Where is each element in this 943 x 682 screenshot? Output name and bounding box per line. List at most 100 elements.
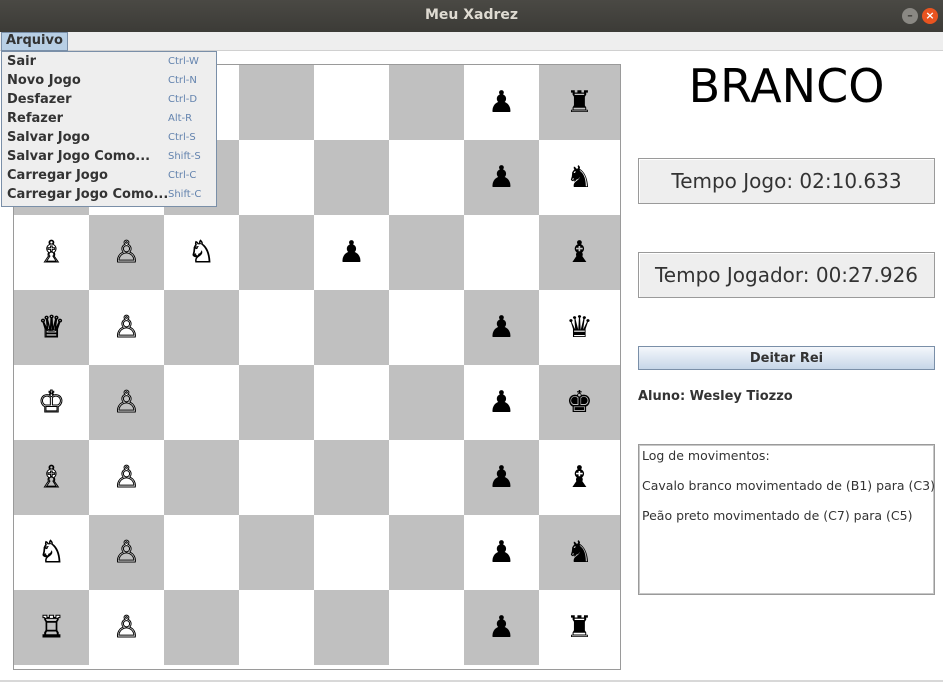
black-pawn-icon[interactable]: ♟ xyxy=(488,537,515,568)
resign-button[interactable]: Deitar Rei xyxy=(638,346,935,370)
menu-item-novo-jogo[interactable]: Novo Jogo Ctrl-N xyxy=(2,71,216,90)
black-knight-icon[interactable]: ♞ xyxy=(566,162,593,193)
black-bishop-icon[interactable]: ♝ xyxy=(566,462,593,493)
board-square[interactable] xyxy=(239,515,314,590)
board-square[interactable] xyxy=(239,440,314,515)
black-rook-icon[interactable]: ♜ xyxy=(566,87,593,118)
board-square[interactable]: ♙ xyxy=(89,515,164,590)
board-square[interactable] xyxy=(164,590,239,665)
board-square[interactable]: ♟ xyxy=(464,365,539,440)
close-icon[interactable]: × xyxy=(922,8,938,24)
board-square[interactable]: ♛ xyxy=(539,290,620,365)
black-pawn-icon[interactable]: ♟ xyxy=(488,462,515,493)
black-pawn-icon[interactable]: ♟ xyxy=(488,612,515,643)
board-square[interactable]: ♙ xyxy=(89,590,164,665)
board-square[interactable] xyxy=(314,515,389,590)
board-square[interactable]: ♗ xyxy=(14,440,89,515)
board-square[interactable] xyxy=(164,515,239,590)
white-pawn-icon[interactable]: ♙ xyxy=(113,462,141,493)
black-knight-icon[interactable]: ♞ xyxy=(566,537,593,568)
menu-arquivo[interactable]: Arquivo xyxy=(1,32,68,51)
board-square[interactable] xyxy=(464,215,539,290)
board-square[interactable]: ♟ xyxy=(464,515,539,590)
board-square[interactable]: ♘ xyxy=(164,215,239,290)
menu-item-sair[interactable]: Sair Ctrl-W xyxy=(2,52,216,71)
board-square[interactable] xyxy=(314,365,389,440)
black-rook-icon[interactable]: ♜ xyxy=(566,612,593,643)
board-square[interactable]: ♟ xyxy=(464,440,539,515)
minimize-icon[interactable]: – xyxy=(902,8,918,24)
black-king-icon[interactable]: ♚ xyxy=(566,387,593,418)
white-pawn-icon[interactable]: ♙ xyxy=(113,237,141,268)
white-rook-icon[interactable]: ♖ xyxy=(38,612,66,643)
board-square[interactable] xyxy=(239,365,314,440)
black-pawn-icon[interactable]: ♟ xyxy=(488,387,515,418)
board-square[interactable] xyxy=(314,440,389,515)
board-square[interactable] xyxy=(314,140,389,215)
board-square[interactable]: ♞ xyxy=(539,140,620,215)
white-king-icon[interactable]: ♔ xyxy=(38,387,66,418)
board-square[interactable]: ♙ xyxy=(89,365,164,440)
board-square[interactable]: ♕ xyxy=(14,290,89,365)
menu-item-salvar-jogo-como[interactable]: Salvar Jogo Como... Shift-S xyxy=(2,147,216,166)
board-square[interactable] xyxy=(239,290,314,365)
board-square[interactable]: ♙ xyxy=(89,290,164,365)
black-queen-icon[interactable]: ♛ xyxy=(566,312,593,343)
board-square[interactable] xyxy=(389,440,464,515)
board-square[interactable]: ♙ xyxy=(89,440,164,515)
board-square[interactable]: ♖ xyxy=(14,590,89,665)
board-square[interactable]: ♝ xyxy=(539,215,620,290)
board-square[interactable]: ♟ xyxy=(464,140,539,215)
board-square[interactable] xyxy=(164,440,239,515)
white-pawn-icon[interactable]: ♙ xyxy=(113,312,141,343)
board-square[interactable]: ♟ xyxy=(464,290,539,365)
board-square[interactable]: ♟ xyxy=(464,590,539,665)
board-square[interactable] xyxy=(389,290,464,365)
black-pawn-icon[interactable]: ♟ xyxy=(338,237,365,268)
board-square[interactable] xyxy=(389,140,464,215)
board-square[interactable] xyxy=(164,290,239,365)
board-square[interactable] xyxy=(239,215,314,290)
board-square[interactable]: ♙ xyxy=(89,215,164,290)
black-pawn-icon[interactable]: ♟ xyxy=(488,87,515,118)
menu-item-refazer[interactable]: Refazer Alt-R xyxy=(2,109,216,128)
board-square[interactable]: ♟ xyxy=(314,215,389,290)
board-square[interactable]: ♟ xyxy=(464,65,539,140)
menu-item-desfazer[interactable]: Desfazer Ctrl-D xyxy=(2,90,216,109)
board-square[interactable] xyxy=(389,215,464,290)
board-square[interactable] xyxy=(389,590,464,665)
white-bishop-icon[interactable]: ♗ xyxy=(38,237,66,268)
black-bishop-icon[interactable]: ♝ xyxy=(566,237,593,268)
board-square[interactable]: ♜ xyxy=(539,65,620,140)
menu-item-salvar-jogo[interactable]: Salvar Jogo Ctrl-S xyxy=(2,128,216,147)
board-square[interactable] xyxy=(239,65,314,140)
board-square[interactable] xyxy=(164,365,239,440)
black-pawn-icon[interactable]: ♟ xyxy=(488,162,515,193)
board-square[interactable] xyxy=(389,365,464,440)
board-square[interactable] xyxy=(314,290,389,365)
white-bishop-icon[interactable]: ♗ xyxy=(38,462,66,493)
white-queen-icon[interactable]: ♕ xyxy=(38,312,66,343)
white-knight-icon[interactable]: ♘ xyxy=(188,237,216,268)
board-square[interactable] xyxy=(314,590,389,665)
board-square[interactable] xyxy=(239,590,314,665)
board-square[interactable]: ♘ xyxy=(14,515,89,590)
menu-item-carregar-jogo[interactable]: Carregar Jogo Ctrl-C xyxy=(2,166,216,185)
move-log[interactable]: Log de movimentos: Cavalo branco movimen… xyxy=(638,444,935,595)
black-pawn-icon[interactable]: ♟ xyxy=(488,312,515,343)
board-square[interactable]: ♚ xyxy=(539,365,620,440)
white-pawn-icon[interactable]: ♙ xyxy=(113,612,141,643)
board-square[interactable]: ♝ xyxy=(539,440,620,515)
board-square[interactable] xyxy=(389,65,464,140)
board-square[interactable] xyxy=(239,140,314,215)
menu-item-carregar-jogo-como[interactable]: Carregar Jogo Como... Shift-C xyxy=(2,185,216,204)
board-square[interactable]: ♜ xyxy=(539,590,620,665)
white-knight-icon[interactable]: ♘ xyxy=(38,537,66,568)
board-square[interactable]: ♗ xyxy=(14,215,89,290)
board-square[interactable]: ♔ xyxy=(14,365,89,440)
board-square[interactable] xyxy=(314,65,389,140)
white-pawn-icon[interactable]: ♙ xyxy=(113,387,141,418)
board-square[interactable] xyxy=(389,515,464,590)
board-square[interactable]: ♞ xyxy=(539,515,620,590)
white-pawn-icon[interactable]: ♙ xyxy=(113,537,141,568)
